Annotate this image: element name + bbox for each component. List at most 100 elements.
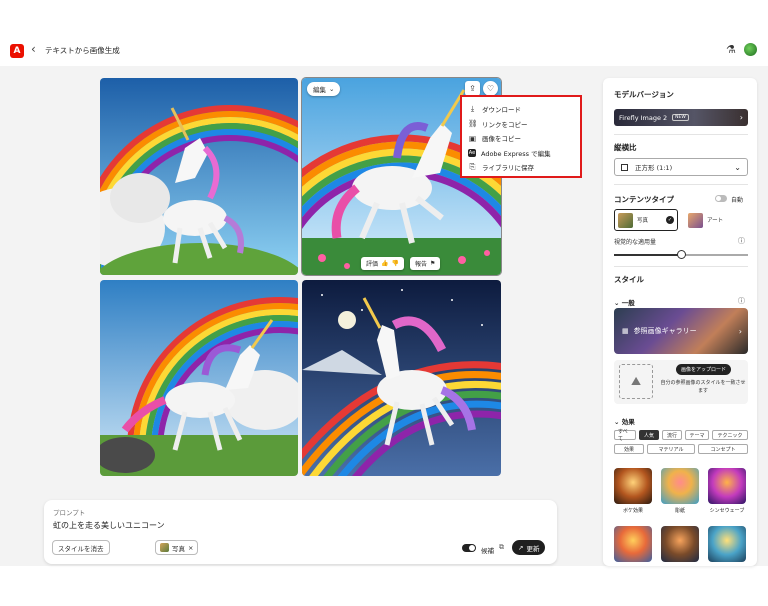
- share-icon: ⇪: [469, 84, 476, 93]
- edit-label: 編集: [313, 86, 326, 94]
- menu-item-copy-link[interactable]: ⛓ リンクをコピー: [468, 117, 574, 132]
- effect-chip-theme[interactable]: テーマ: [685, 430, 709, 440]
- adobe-express-icon: Ae: [468, 148, 476, 157]
- menu-item-edit-adobe-express[interactable]: Ae Adobe Express で編集: [468, 146, 574, 161]
- menu-item-label: リンクをコピー: [482, 120, 528, 129]
- report-button[interactable]: 報告 ⚑: [410, 257, 441, 270]
- clear-style-button[interactable]: スタイルを消去: [52, 540, 110, 555]
- photo-thumbnail: [160, 543, 169, 552]
- bottom-strip: [0, 566, 768, 606]
- image-upload-icon[interactable]: ⛰: [619, 364, 653, 399]
- top-bar: A ‹ テキストから画像生成 ⚗: [0, 36, 768, 66]
- generated-image-4[interactable]: [302, 280, 501, 476]
- content-type-photo[interactable]: 写真 ✓: [614, 209, 678, 231]
- auto-label: 自動: [731, 197, 744, 204]
- effect-label: ボケ効果: [622, 508, 643, 514]
- general-label: 一般: [621, 299, 635, 307]
- heart-icon: ♡: [486, 84, 495, 93]
- upload-reference-area: ⛰ 画像をアップロード 自分の参照画像のスタイルを一致させます: [614, 360, 748, 404]
- effects-section-toggle[interactable]: ⌄ 効果: [614, 416, 635, 426]
- check-icon: ✓: [666, 216, 674, 224]
- upload-description: 自分の参照画像のスタイルを一致させます: [660, 380, 746, 394]
- gallery-label: 参照画像ギャラリー: [633, 327, 697, 335]
- info-icon[interactable]: ⓘ: [738, 296, 745, 306]
- chevron-down-icon: ⌄: [329, 85, 335, 93]
- chevron-down-icon: ⌄: [734, 162, 741, 172]
- effect-chip-material[interactable]: マテリアル: [647, 444, 695, 454]
- generated-image-1[interactable]: [100, 78, 298, 275]
- report-label: 報告: [415, 261, 428, 268]
- menu-item-label: 画像をコピー: [482, 135, 521, 144]
- flag-icon: ⚑: [430, 260, 436, 267]
- adobe-logo[interactable]: A: [10, 44, 24, 58]
- photo-thumbnail: [618, 212, 633, 228]
- rate-label: 評価: [366, 261, 379, 268]
- effect-chip-popular[interactable]: 人気: [639, 430, 659, 440]
- model-version-title: モデルバージョン: [614, 90, 674, 99]
- menu-item-save-library[interactable]: ⎘ ライブラリに保存: [468, 160, 574, 175]
- reference-gallery-button[interactable]: ▦ 参照画像ギャラリー ›: [614, 308, 748, 354]
- settings-panel: モデルバージョン Firefly Image 2 NEW › 縦横比 正方形 (…: [603, 78, 757, 566]
- menu-item-label: ダウンロード: [482, 106, 521, 115]
- effect-thumb-paper[interactable]: [661, 468, 699, 504]
- edit-dropdown-button[interactable]: 編集 ⌄: [307, 82, 341, 96]
- thumbs-up-icon[interactable]: 👍: [381, 260, 388, 267]
- aspect-ratio-title: 縦横比: [614, 143, 637, 152]
- effect-label: 彫紙: [674, 508, 685, 514]
- thumbs-down-icon[interactable]: 👎: [392, 260, 399, 267]
- style-tag-photo[interactable]: 写真 ×: [155, 540, 199, 555]
- effect-thumb-6[interactable]: [708, 526, 746, 562]
- aspect-ratio-select[interactable]: 正方形 (1:1) ⌄: [614, 158, 748, 176]
- back-chevron-icon[interactable]: ‹: [31, 42, 36, 56]
- square-icon: [621, 163, 628, 171]
- content-type-label: 写真: [637, 218, 649, 224]
- visual-intensity-label: 視覚的な適用量: [614, 239, 657, 246]
- effect-chip-technique[interactable]: テクニック: [712, 430, 748, 440]
- candidate-toggle[interactable]: [462, 544, 476, 552]
- auto-toggle[interactable]: [715, 195, 727, 202]
- info-icon[interactable]: ⓘ: [738, 236, 745, 246]
- menu-item-label: Adobe Express で編集: [481, 149, 551, 158]
- aspect-ratio-value: 正方形 (1:1): [635, 164, 673, 172]
- effect-chip-all[interactable]: すべて: [614, 429, 636, 442]
- effect-thumb-5[interactable]: [661, 526, 699, 562]
- download-icon: ⤓: [470, 104, 475, 114]
- model-name: Firefly Image 2: [619, 113, 668, 122]
- effect-thumb-synthwave[interactable]: [708, 468, 746, 504]
- model-version-button[interactable]: Firefly Image 2 NEW ›: [614, 109, 748, 126]
- favorite-button[interactable]: ♡: [483, 81, 498, 96]
- candidate-label: 候補: [481, 547, 494, 555]
- effect-label: シンセウェーブ: [709, 508, 745, 514]
- effect-chip-effect[interactable]: 効果: [614, 444, 644, 454]
- menu-item-copy-image[interactable]: ▣ 画像をコピー: [468, 131, 574, 146]
- art-thumbnail: [688, 212, 703, 228]
- unicorn-image-4: [302, 280, 501, 476]
- image-copy-icon: ▣: [468, 133, 477, 143]
- generated-image-3[interactable]: [100, 280, 298, 476]
- effect-thumb-4[interactable]: [614, 526, 652, 562]
- effects-label: 効果: [621, 418, 635, 426]
- effect-thumb-bokeh[interactable]: [614, 468, 652, 504]
- style-title: スタイル: [614, 275, 644, 284]
- general-section-toggle[interactable]: ⌄ 一般: [614, 297, 635, 307]
- content-type-art[interactable]: アート: [685, 209, 749, 231]
- chevron-right-icon: ›: [739, 113, 743, 122]
- unicorn-image-3: [100, 280, 298, 476]
- chevron-right-icon: ›: [738, 326, 742, 336]
- content-type-label: アート: [707, 218, 724, 224]
- close-icon[interactable]: ×: [188, 544, 193, 552]
- content-type-title: コンテンツタイプ: [614, 195, 674, 204]
- effect-chip-concept[interactable]: コンセプト: [698, 444, 748, 454]
- share-button[interactable]: ⇪: [465, 81, 480, 96]
- slider-handle[interactable]: [676, 250, 686, 259]
- rate-control: 評価 👍 👎: [361, 257, 404, 270]
- upload-image-button[interactable]: 画像をアップロード: [676, 364, 732, 375]
- avatar[interactable]: [744, 43, 757, 56]
- library-icon: ⎘: [469, 162, 476, 172]
- prompt-input[interactable]: 虹の上を走る美しいユニコーン: [53, 520, 165, 531]
- refresh-button[interactable]: ↗ 更新: [512, 540, 546, 555]
- menu-item-download[interactable]: ⤓ ダウンロード: [468, 102, 574, 117]
- effect-chip-trend[interactable]: 流行: [662, 430, 682, 440]
- link-icon: ⛓: [468, 119, 478, 129]
- flask-icon[interactable]: ⚗: [726, 43, 736, 56]
